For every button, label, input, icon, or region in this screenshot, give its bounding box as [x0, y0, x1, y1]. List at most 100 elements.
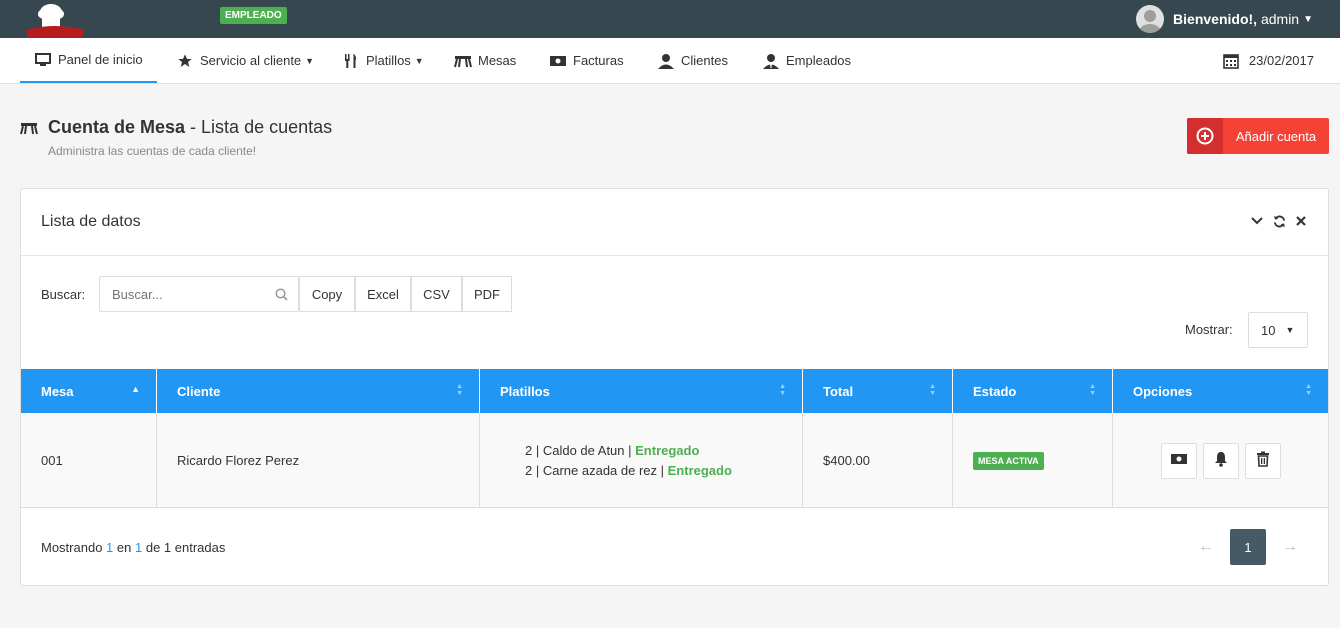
chevron-down-icon: ▼: [414, 55, 424, 66]
user-tie-icon: [762, 52, 780, 70]
page-header: Cuenta de Mesa - Lista de cuentas Admini…: [20, 117, 332, 158]
cell-cliente: Ricardo Florez Perez: [157, 413, 480, 508]
title-bold: Cuenta de Mesa: [48, 117, 186, 137]
nav-servicio-cliente[interactable]: Servicio al cliente ▼: [176, 38, 314, 83]
cell-estado: MESA ACTIVA: [953, 413, 1113, 508]
nav-clientes[interactable]: Clientes: [657, 38, 728, 83]
table-header: Mesa ▲ Cliente ▲ ▼ Platillos ▲ ▼ Total ▲ ▼ …: [21, 369, 1328, 413]
pdf-button[interactable]: PDF: [462, 276, 512, 312]
main-nav: Panel de inicio Servicio al cliente ▼ Pl…: [0, 38, 1340, 84]
nav-label: Mesas: [478, 53, 517, 68]
cell-mesa: 001: [21, 413, 157, 508]
money-icon: [549, 52, 567, 70]
table-info: Mostrando 1 en 1 de 1 entradas: [41, 540, 226, 555]
col-cliente[interactable]: Cliente ▲ ▼: [157, 369, 480, 413]
refresh-icon[interactable]: [1272, 214, 1286, 228]
col-label: Total: [823, 383, 854, 399]
top-bar: EMPLEADO Bienvenido!, admin ▼: [0, 0, 1340, 38]
page-subtitle: Administra las cuentas de cada cliente!: [48, 144, 257, 158]
col-label: Platillos: [500, 383, 550, 399]
invoice-button[interactable]: [1160, 442, 1197, 479]
chevron-down-icon: ▼: [1285, 325, 1295, 335]
show-label: Mostrar:: [1185, 322, 1233, 337]
nav-mesas[interactable]: Mesas: [454, 38, 516, 83]
search-label: Buscar:: [41, 287, 86, 302]
col-label: Cliente: [177, 383, 221, 399]
nav-platillos[interactable]: Platillos ▼: [342, 38, 424, 83]
date-text: 23/02/2017: [1248, 53, 1314, 68]
sort-asc-icon: ▲: [131, 384, 140, 394]
page-1-button[interactable]: 1: [1230, 529, 1266, 565]
sort-icon: ▲ ▼: [1305, 383, 1312, 397]
cell-platillos: 2 | Caldo de Atun | Entregado 2 | Carne …: [480, 413, 803, 508]
col-label: Opciones: [1133, 383, 1193, 399]
greeting-text: Bienvenido!,: [1173, 11, 1258, 27]
col-mesa[interactable]: Mesa ▲: [21, 369, 157, 413]
nav-facturas[interactable]: Facturas: [549, 38, 624, 83]
page-title: Cuenta de Mesa - Lista de cuentas: [20, 117, 332, 138]
nav-empleados[interactable]: Empleados: [762, 38, 851, 83]
bell-icon: [1214, 451, 1228, 470]
calendar-icon: [1223, 53, 1239, 69]
collapse-icon[interactable]: [1250, 214, 1264, 228]
utensils-icon: [342, 52, 360, 70]
pagination: ← 1 →: [1188, 529, 1308, 565]
sort-icon: ▲ ▼: [1089, 383, 1096, 397]
excel-button[interactable]: Excel: [355, 276, 411, 312]
money-icon: [1170, 453, 1188, 468]
prev-page-arrow-icon[interactable]: ←: [1188, 529, 1224, 565]
add-account-label: Añadir cuenta: [1235, 128, 1317, 144]
cell-opciones: [1113, 413, 1328, 508]
plus-circle-icon: [1187, 118, 1223, 154]
table-row: 001 Ricardo Florez Perez 2 | Caldo de At…: [21, 413, 1328, 508]
nav-panel-inicio[interactable]: Panel de inicio: [20, 38, 157, 83]
delete-button[interactable]: [1244, 442, 1281, 479]
chevron-down-icon: ▼: [305, 55, 315, 66]
title-rest: - Lista de cuentas: [190, 117, 333, 137]
current-date: 23/02/2017: [1223, 38, 1314, 83]
chevron-down-icon: ▼: [1303, 13, 1313, 25]
notify-button[interactable]: [1202, 442, 1239, 479]
col-platillos[interactable]: Platillos ▲ ▼: [480, 369, 803, 413]
dish-status: Entregado: [667, 462, 732, 478]
nav-label: Servicio al cliente: [200, 53, 302, 68]
search-input[interactable]: [100, 277, 298, 311]
col-label: Estado: [973, 383, 1017, 399]
col-opciones[interactable]: Opciones ▲ ▼: [1113, 369, 1328, 413]
trash-icon: [1256, 451, 1270, 470]
copy-button[interactable]: Copy: [299, 276, 355, 312]
role-badge: EMPLEADO: [220, 7, 287, 24]
monitor-icon: [34, 51, 52, 69]
accounts-table: Mesa ▲ Cliente ▲ ▼ Platillos ▲ ▼ Total ▲ ▼ …: [21, 369, 1328, 508]
col-estado[interactable]: Estado ▲ ▼: [953, 369, 1113, 413]
cell-total: $400.00: [803, 413, 953, 508]
sort-icon: ▲ ▼: [779, 383, 786, 397]
panel-header: Lista de datos: [21, 189, 1328, 256]
dish-line: 2 | Caldo de Atun | Entregado: [525, 442, 700, 458]
csv-button[interactable]: CSV: [411, 276, 462, 312]
user-menu[interactable]: Bienvenido!, admin ▼: [1136, 0, 1313, 38]
nav-label: Facturas: [573, 53, 624, 68]
username: admin: [1260, 11, 1300, 27]
panel-title: Lista de datos: [41, 213, 141, 230]
table-icon: [20, 121, 38, 135]
nav-label: Platillos: [366, 53, 411, 68]
status-badge: MESA ACTIVA: [973, 451, 1044, 470]
page-size-select[interactable]: 10 ▼: [1248, 312, 1308, 348]
add-account-button[interactable]: Añadir cuenta: [1187, 118, 1329, 154]
user-icon: [657, 52, 675, 70]
dish-status: Entregado: [635, 442, 700, 458]
col-label: Mesa: [41, 383, 74, 399]
col-total[interactable]: Total ▲ ▼: [803, 369, 953, 413]
search-box: [99, 276, 299, 312]
close-icon[interactable]: [1294, 214, 1308, 228]
avatar: [1136, 5, 1165, 33]
dish-line: 2 | Carne azada de rez | Entregado: [525, 462, 732, 478]
next-page-arrow-icon[interactable]: →: [1272, 529, 1308, 565]
sort-icon: ▲ ▼: [456, 383, 463, 397]
nav-label: Empleados: [786, 53, 852, 68]
restaurant-logo[interactable]: [24, 2, 86, 38]
star-icon: [176, 52, 194, 70]
nav-label: Clientes: [681, 53, 728, 68]
table-icon: [454, 52, 472, 70]
